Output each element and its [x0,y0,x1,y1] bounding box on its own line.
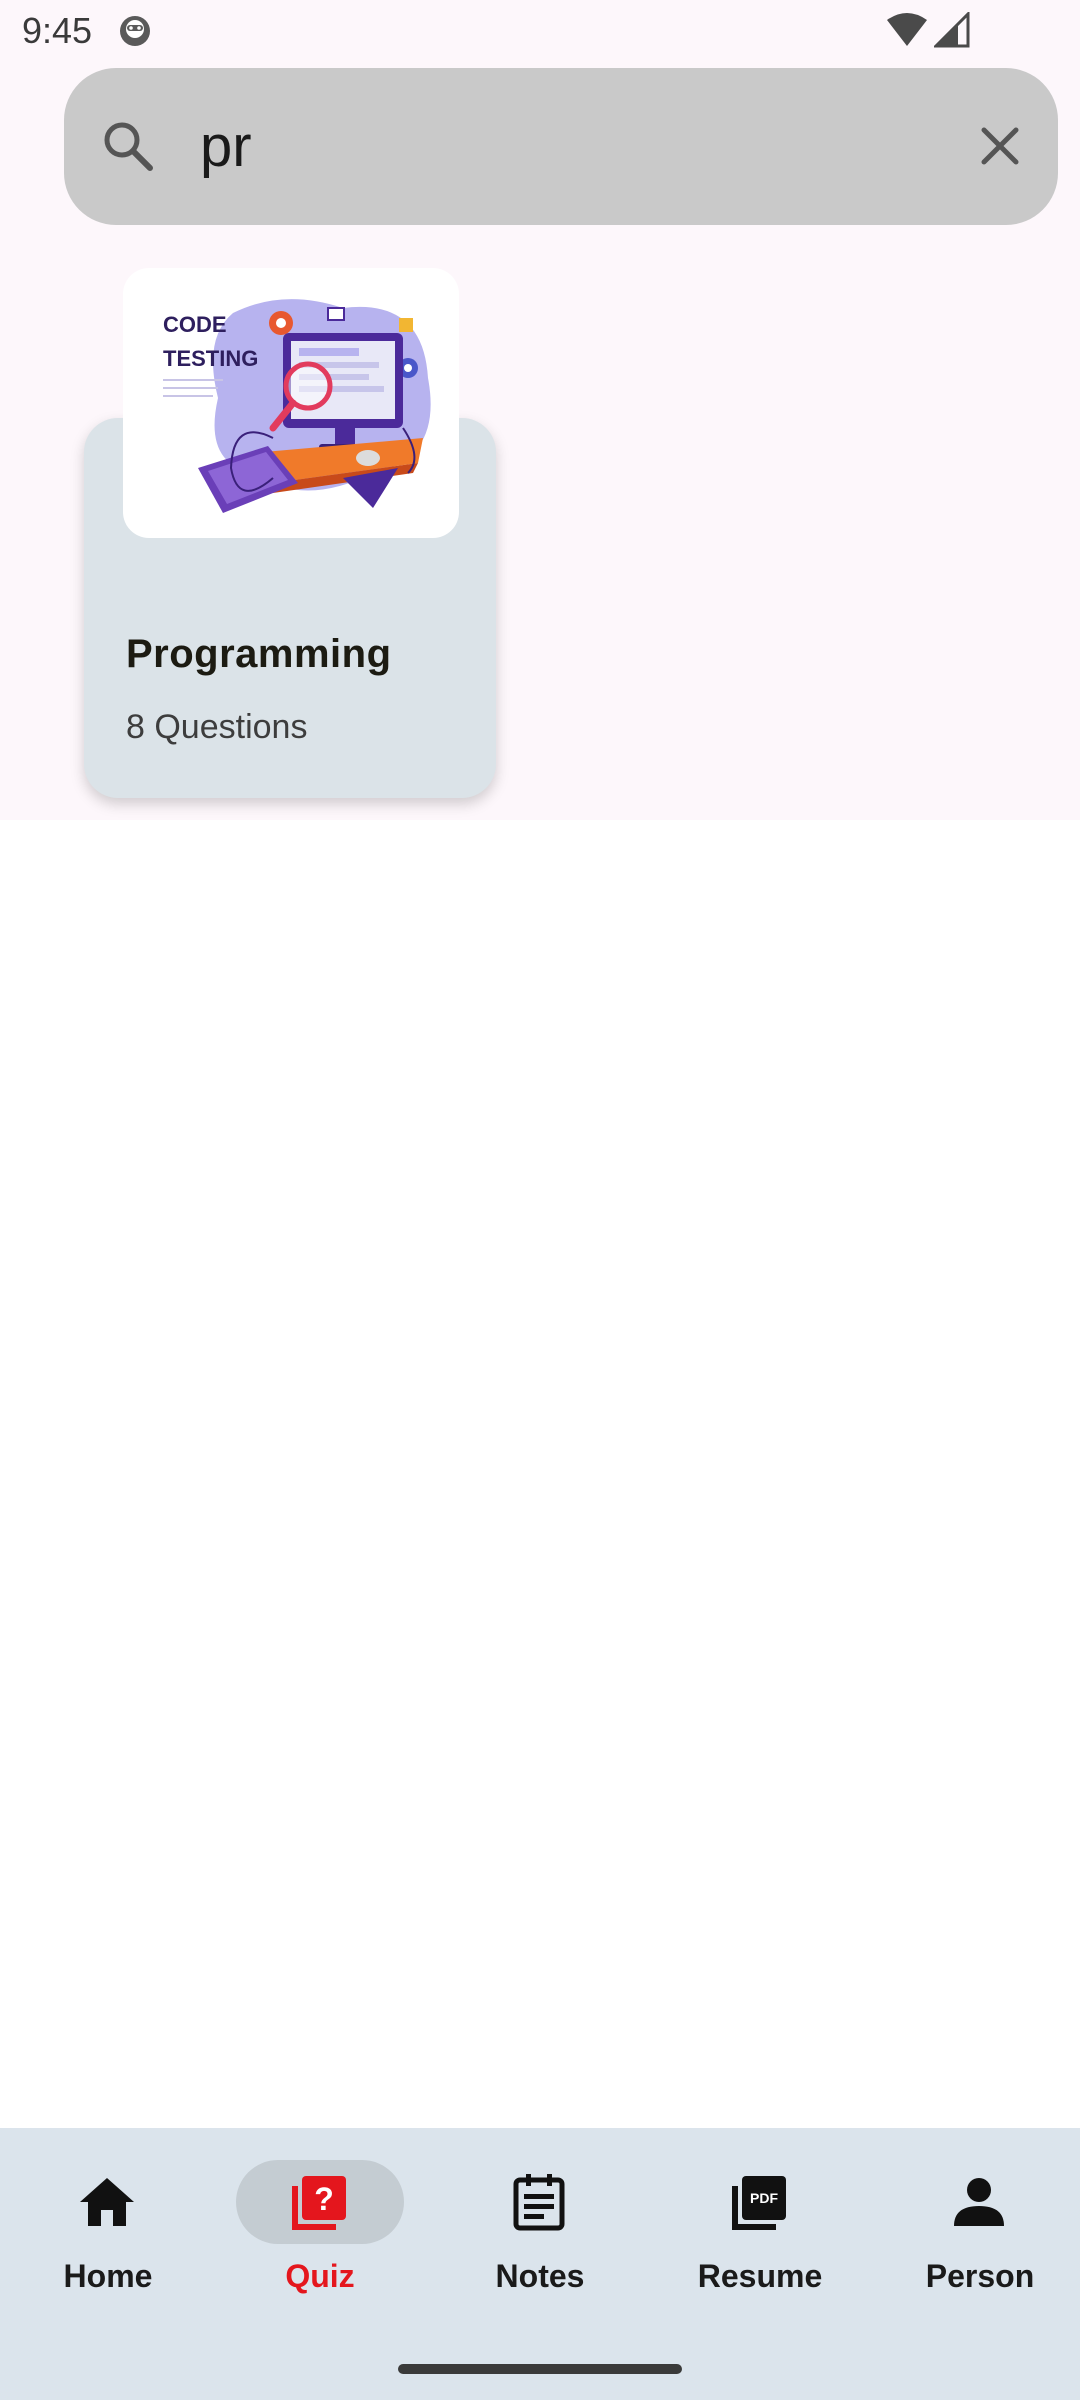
notification-app-icon [120,16,150,46]
bottom-navigation: Home ? Quiz Notes PDF Resume Person [0,2128,1080,2400]
nav-label-notes: Notes [495,2258,585,2294]
svg-text:PDF: PDF [750,2190,778,2206]
nav-label-quiz: Quiz [285,2258,355,2294]
nav-item-resume[interactable]: PDF Resume [652,2128,868,2328]
person-icon [954,2178,1004,2226]
nav-item-notes[interactable]: Notes [432,2128,648,2328]
signal-icon [934,12,970,48]
wifi-icon [887,13,927,46]
notes-icon [513,2174,565,2231]
app-screen: 9:45 C [0,0,1080,2400]
gesture-navigation-bar[interactable] [398,2364,682,2374]
quiz-icon: ? [292,2176,346,2230]
image-title-line1: CODE [163,312,227,337]
pdf-icon: PDF [732,2176,786,2230]
nav-label-resume: Resume [697,2258,823,2294]
nav-item-home[interactable]: Home [0,2128,216,2328]
search-icon[interactable] [100,118,156,174]
code-testing-illustration: CODE TESTING [163,299,431,513]
status-time: 9:45 [22,10,93,51]
search-input[interactable] [200,106,900,186]
home-icon [80,2178,134,2226]
quiz-category-title: Programming [126,632,392,676]
nav-item-person[interactable]: Person [872,2128,1080,2328]
nav-item-quiz[interactable]: ? Quiz [212,2128,428,2328]
image-title-line2: TESTING [163,346,258,371]
svg-text:?: ? [314,2181,334,2217]
search-bar[interactable] [64,68,1058,225]
nav-label-home: Home [63,2258,153,2294]
status-bar: 9:45 [0,0,1080,62]
close-icon[interactable] [970,116,1030,176]
quiz-question-count: 8 Questions [126,708,308,746]
nav-label-person: Person [925,2258,1035,2294]
quiz-category-image[interactable]: CODE TESTING [123,268,459,538]
